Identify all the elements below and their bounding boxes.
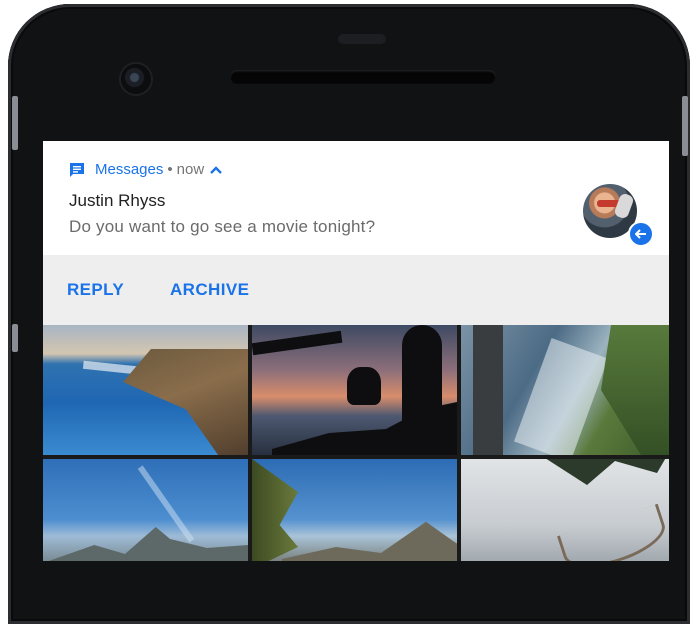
messages-icon (70, 162, 84, 177)
speaker-grille (230, 70, 496, 84)
header-separator: • (167, 161, 173, 178)
notification-actions: REPLY ARCHIVE (43, 255, 669, 325)
sunset-silhouette-photo[interactable] (252, 325, 457, 455)
phone-screen: Messages • now Justin Rhyss Do you want … (43, 141, 669, 561)
notification-header: Messages • now (69, 161, 223, 178)
message-preview: Do you want to go see a movie tonight? (69, 217, 376, 236)
reply-button[interactable]: REPLY (67, 280, 124, 300)
aerial-coast-photo[interactable] (461, 325, 669, 455)
valley-mountains-photo[interactable] (252, 459, 457, 561)
avatar-detail (613, 192, 635, 220)
hammock-palm-photo[interactable] (461, 459, 669, 561)
side-button (12, 324, 18, 352)
earpiece (338, 34, 386, 44)
message-notification[interactable]: Messages • now Justin Rhyss Do you want … (43, 141, 669, 255)
side-button (12, 96, 18, 150)
app-name: Messages (95, 161, 164, 178)
chevron-up-icon[interactable] (210, 165, 223, 175)
front-camera (121, 64, 151, 94)
notification-time: now (176, 161, 205, 178)
reply-arrow-icon (628, 221, 654, 247)
archive-button[interactable]: ARCHIVE (170, 280, 249, 300)
power-button (682, 96, 688, 156)
coastal-cliffs-photo[interactable] (43, 325, 248, 455)
sender-name: Justin Rhyss (69, 191, 166, 210)
photo-grid (43, 325, 669, 561)
half-dome-photo[interactable] (43, 459, 248, 561)
